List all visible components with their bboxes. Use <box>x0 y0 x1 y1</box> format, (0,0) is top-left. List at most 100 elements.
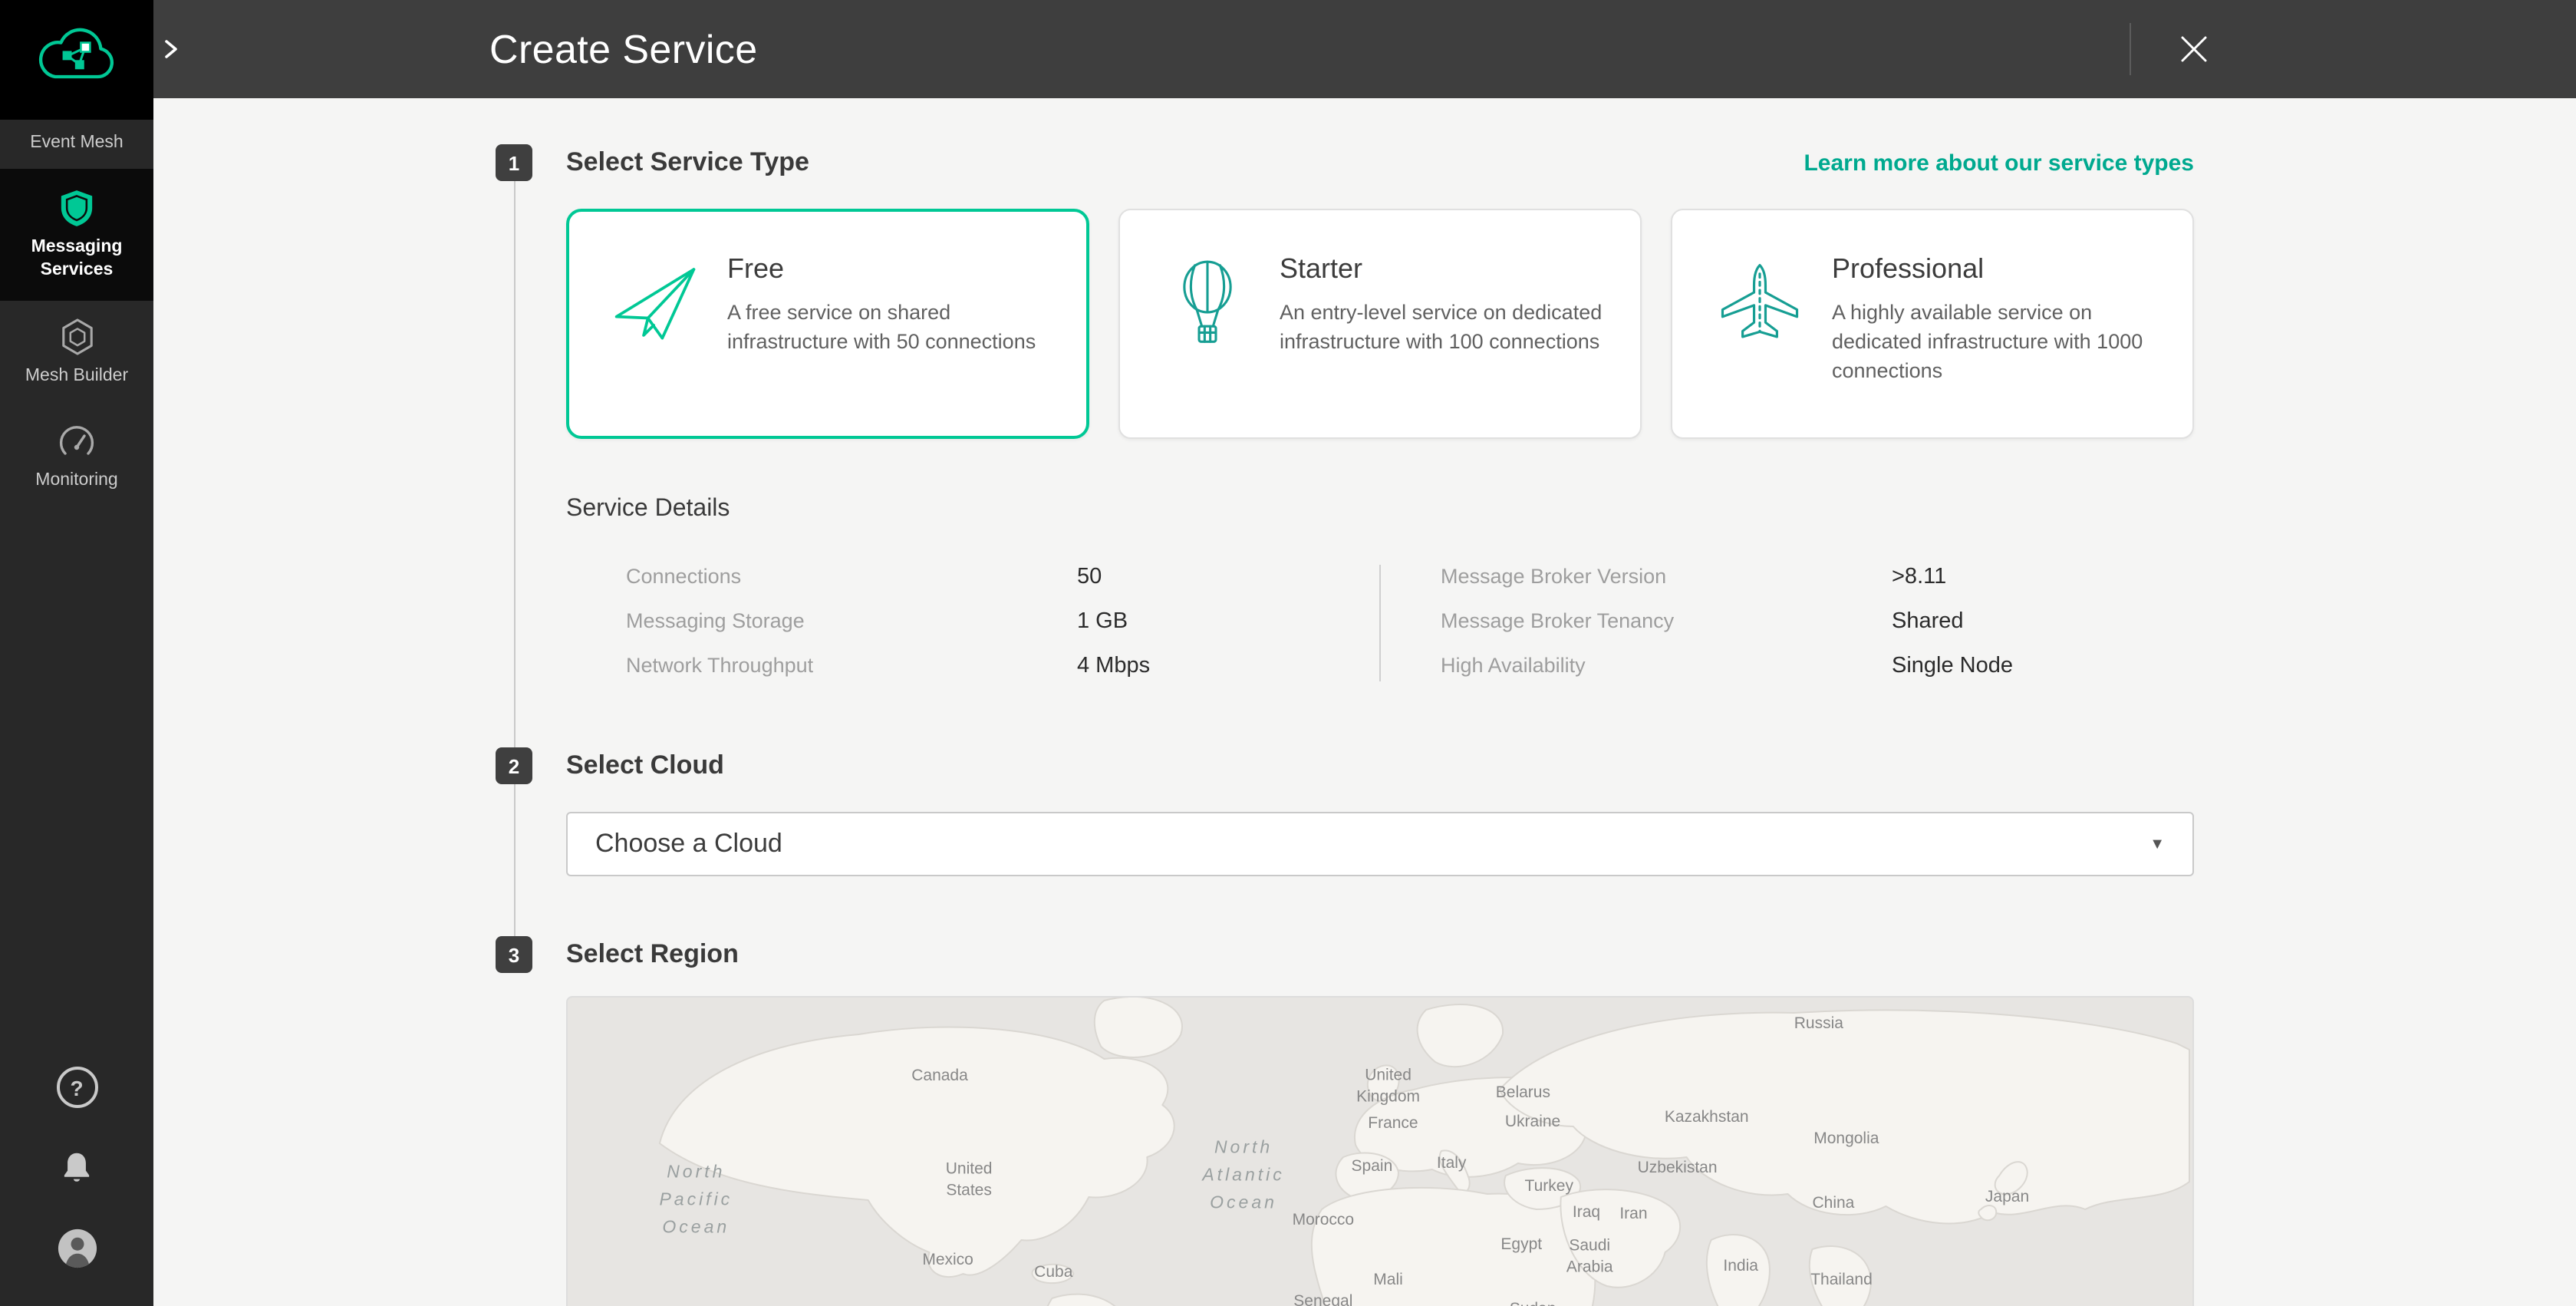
map-label: North Pacific Ocean <box>659 1161 733 1243</box>
map-label: Saudi Arabia <box>1566 1235 1613 1279</box>
map-label: Iran <box>1619 1203 1647 1225</box>
spec-row: High Availability Single Node <box>1441 654 2194 681</box>
spec-value: >8.11 <box>1892 565 1946 589</box>
map-label: United Kingdom <box>1356 1065 1420 1109</box>
map-label: Kazakhstan <box>1665 1106 1749 1128</box>
map-label: Belarus <box>1496 1082 1550 1103</box>
sidebar-item-messaging-services[interactable]: Messaging Services <box>0 170 153 302</box>
card-description: A highly available service on dedicated … <box>1832 299 2162 386</box>
sidebar-item-mesh-builder[interactable]: Mesh Builder <box>0 301 153 404</box>
spec-label: Network Throughput <box>626 654 1077 677</box>
map-label: Russia <box>1794 1013 1843 1034</box>
card-description: An entry-level service on dedicated infr… <box>1280 299 1609 358</box>
map-label: Senegal <box>1293 1291 1352 1306</box>
map-label: China <box>1812 1192 1854 1214</box>
card-text: Starter An entry-level service on dedica… <box>1273 235 1619 358</box>
spec-value: Single Node <box>1892 654 2013 678</box>
map-label: Italy <box>1437 1153 1467 1174</box>
sidebar-item-event-mesh[interactable]: Event Mesh <box>0 120 153 170</box>
logo-block[interactable] <box>0 0 153 120</box>
map-label: Thailand <box>1810 1269 1873 1291</box>
map-label: Ukraine <box>1505 1111 1560 1133</box>
spec-label: Messaging Storage <box>626 609 1077 632</box>
spec-label: Message Broker Tenancy <box>1441 609 1892 632</box>
solace-cloud-logo-icon <box>37 24 117 96</box>
chevron-right-icon[interactable] <box>156 32 186 66</box>
chevron-down-icon: ▼ <box>2149 836 2165 853</box>
service-type-card-free[interactable]: Free A free service on shared infrastruc… <box>566 209 1089 439</box>
map-label: Mongolia <box>1813 1128 1879 1149</box>
gauge-icon <box>58 421 95 458</box>
sidebar-nav: Event Mesh Messaging Services <box>0 120 153 508</box>
map-label: North Atlantic Ocean <box>1202 1136 1284 1219</box>
step-2-badge: 2 <box>496 747 532 784</box>
step-1-title: Select Service Type <box>566 147 809 178</box>
spec-label: Message Broker Version <box>1441 565 1892 588</box>
stepper-line <box>514 163 516 945</box>
map-label: India <box>1723 1255 1758 1277</box>
cloud-select[interactable]: Choose a Cloud ▼ <box>566 812 2194 876</box>
create-service-page: Event Mesh Messaging Services <box>0 0 2576 1306</box>
map-label: Uzbekistan <box>1638 1157 1718 1179</box>
spec-value: Shared <box>1892 609 1964 634</box>
sidebar-item-monitoring[interactable]: Monitoring <box>0 404 153 508</box>
map-label: United States <box>946 1159 993 1202</box>
spec-value: 50 <box>1077 565 1102 589</box>
hexagon-icon <box>59 318 94 355</box>
card-text: Free A free service on shared infrastruc… <box>721 235 1066 358</box>
airplane-icon <box>1694 259 1826 348</box>
spec-label: Connections <box>626 565 1077 588</box>
map-label: Morocco <box>1293 1209 1355 1231</box>
step-2-heading: 2 Select Cloud <box>566 747 2194 784</box>
spec-row: Message Broker Version >8.11 <box>1441 565 2194 592</box>
header-divider <box>2130 23 2131 75</box>
sidebar-item-label: Monitoring <box>35 469 117 491</box>
step-3-badge: 3 <box>496 936 532 973</box>
right-column: Create Service 1 Select Service Type Lea… <box>153 0 2576 1306</box>
map-label: Japan <box>1985 1186 2029 1208</box>
spec-column-left: Connections 50 Messaging Storage 1 GB Ne… <box>566 565 1381 681</box>
service-details-title: Service Details <box>566 494 2194 525</box>
step-3-title: Select Region <box>566 939 739 970</box>
spec-row: Message Broker Tenancy Shared <box>1441 609 2194 637</box>
close-icon[interactable] <box>2174 29 2214 69</box>
user-avatar-icon[interactable] <box>56 1228 97 1269</box>
spec-grid: Connections 50 Messaging Storage 1 GB Ne… <box>566 565 2194 681</box>
card-description: A free service on shared infrastructure … <box>727 299 1057 358</box>
spec-label: High Availability <box>1441 654 1892 677</box>
world-map-illustration <box>568 998 2192 1306</box>
spec-row: Network Throughput 4 Mbps <box>626 654 1379 681</box>
help-glyph: ? <box>70 1075 83 1100</box>
spec-value: 4 Mbps <box>1077 654 1150 678</box>
header-actions <box>2130 0 2576 98</box>
hot-air-balloon-icon <box>1141 259 1273 348</box>
step-2-section: 2 Select Cloud Choose a Cloud ▼ <box>566 747 2194 876</box>
step-2-title: Select Cloud <box>566 750 724 781</box>
service-type-card-professional[interactable]: Professional A highly available service … <box>1671 209 2194 439</box>
map-label: Sudan <box>1510 1298 1556 1306</box>
card-title: Free <box>727 253 1066 285</box>
bell-icon[interactable] <box>60 1149 94 1186</box>
spec-row: Connections 50 <box>626 565 1379 592</box>
spec-value: 1 GB <box>1077 609 1128 634</box>
sidebar-footer: ? <box>0 1067 153 1306</box>
sidebar-item-label: Messaging Services <box>6 237 147 282</box>
learn-more-link[interactable]: Learn more about our service types <box>1804 150 2194 176</box>
map-label: Spain <box>1352 1156 1393 1177</box>
map-label: Canada <box>911 1065 968 1087</box>
service-type-cards: Free A free service on shared infrastruc… <box>566 209 2194 439</box>
step-1-badge: 1 <box>496 144 532 181</box>
spec-column-right: Message Broker Version >8.11 Message Bro… <box>1381 565 2194 681</box>
map-label: Turkey <box>1525 1176 1573 1197</box>
service-type-card-starter[interactable]: Starter An entry-level service on dedica… <box>1118 209 1642 439</box>
service-details: Service Details Connections 50 Messaging… <box>566 494 2194 681</box>
map-label: Egypt <box>1500 1234 1542 1255</box>
sidebar-item-label: Mesh Builder <box>25 365 128 388</box>
region-map[interactable]: Russia Canada United Kingdom Belarus France U… <box>566 996 2194 1306</box>
modal-header: Create Service <box>153 0 2576 98</box>
map-label: France <box>1368 1113 1418 1134</box>
map-label: Mexico <box>922 1249 973 1271</box>
help-icon[interactable]: ? <box>56 1067 97 1108</box>
paper-plane-icon <box>589 259 721 345</box>
step-3-heading: 3 Select Region <box>566 936 2194 973</box>
